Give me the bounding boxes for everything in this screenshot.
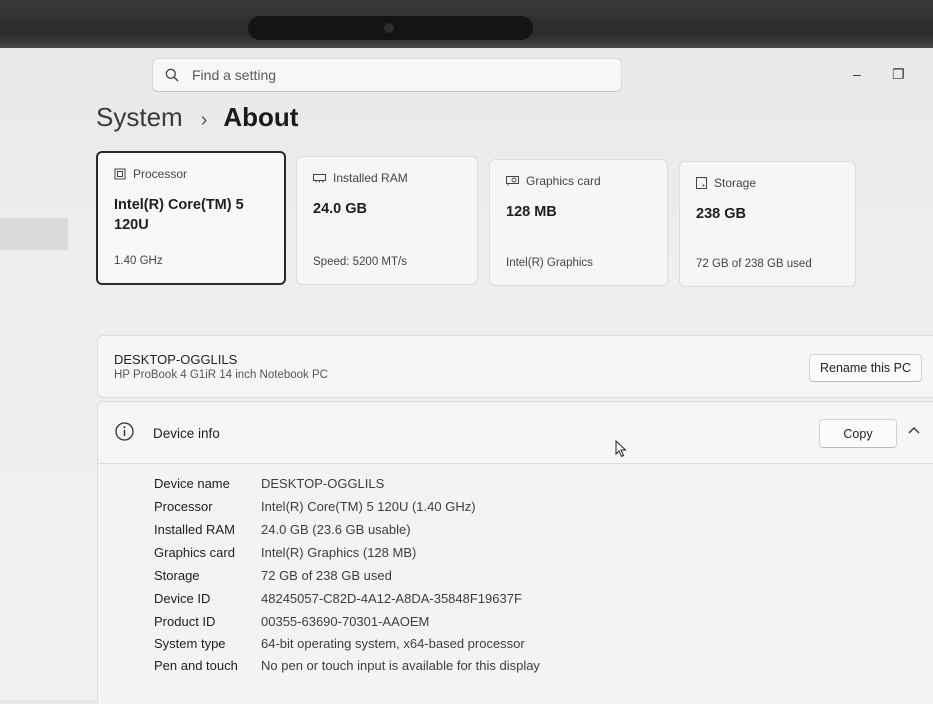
spec-value[interactable]: 00355-63690-70301-AAOEM <box>261 614 429 629</box>
spec-value[interactable]: 24.0 GB (23.6 GB usable) <box>261 522 411 537</box>
chevron-up-icon[interactable] <box>908 426 920 434</box>
processor-icon <box>114 168 126 180</box>
card-value: 238 GB <box>696 206 746 222</box>
spec-value[interactable]: Intel(R) Graphics (128 MB) <box>261 545 416 560</box>
graphics-card-card[interactable]: Graphics card 128 MB Intel(R) Graphics <box>489 159 668 286</box>
device-info-title: Device info <box>153 426 220 441</box>
spec-row: Storage 72 GB of 238 GB used <box>154 568 392 583</box>
spec-key: Product ID <box>154 614 216 629</box>
ram-icon <box>313 174 326 183</box>
breadcrumb-system[interactable]: System <box>96 102 183 133</box>
search-input[interactable] <box>190 66 594 84</box>
card-header: Processor <box>114 167 187 181</box>
restore-button[interactable]: ❐ <box>892 66 905 83</box>
card-sub: Speed: 5200 MT/s <box>313 256 407 268</box>
minimize-button[interactable]: – <box>853 66 861 82</box>
rename-pc-button[interactable]: Rename this PC <box>809 354 922 382</box>
spec-value[interactable]: 48245057-C82D-4A12-A8DA-35848F19637F <box>261 591 522 606</box>
spec-row: Device name DESKTOP-OGGLILS <box>154 476 384 491</box>
spec-key: Pen and touch <box>154 658 238 673</box>
spec-value[interactable]: No pen or touch input is available for t… <box>261 658 540 673</box>
spec-row: Processor Intel(R) Core(TM) 5 120U (1.40… <box>154 499 476 514</box>
card-header: Graphics card <box>506 174 601 188</box>
spec-row: System type 64-bit operating system, x64… <box>154 636 525 651</box>
pc-name: DESKTOP-OGGLILS <box>114 352 238 367</box>
spec-row: Product ID 00355-63690-70301-AAOEM <box>154 614 429 629</box>
card-value: Intel(R) Core(TM) 5 120U <box>114 197 244 233</box>
spec-key: Installed RAM <box>154 522 235 537</box>
card-header: Installed RAM <box>313 171 408 185</box>
laptop-bezel <box>0 0 933 48</box>
card-label: Installed RAM <box>333 171 408 185</box>
spec-key: Device ID <box>154 591 211 606</box>
ram-card[interactable]: Installed RAM 24.0 GB Speed: 5200 MT/s <box>296 156 478 285</box>
spec-value[interactable]: Intel(R) Core(TM) 5 120U (1.40 GHz) <box>261 499 476 514</box>
spec-row: Device ID 48245057-C82D-4A12-A8DA-35848F… <box>154 591 522 606</box>
device-info-header[interactable]: Device info Copy <box>97 401 933 464</box>
pc-model: HP ProBook 4 G1iR 14 inch Notebook PC <box>114 369 328 381</box>
spec-key: Graphics card <box>154 545 235 560</box>
spec-key: System type <box>154 636 226 651</box>
card-label: Storage <box>714 176 757 190</box>
spec-key: Processor <box>154 499 213 514</box>
card-sub: Intel(R) Graphics <box>506 257 593 269</box>
spec-value[interactable]: DESKTOP-OGGLILS <box>261 476 384 491</box>
spec-value[interactable]: 64-bit operating system, x64-based proce… <box>261 636 525 651</box>
device-info-body: Device name DESKTOP-OGGLILS Processor In… <box>97 464 933 704</box>
breadcrumb-chevron-icon: › <box>200 109 208 131</box>
card-header: Storage <box>696 176 756 190</box>
search-box[interactable] <box>152 58 622 92</box>
graphics-card-icon <box>506 176 519 186</box>
mouse-cursor-icon <box>615 440 627 458</box>
spec-key: Storage <box>154 568 200 583</box>
pc-name-row: DESKTOP-OGGLILS HP ProBook 4 G1iR 14 inc… <box>97 335 933 398</box>
card-sub: 1.40 GHz <box>114 255 163 267</box>
settings-window: – ❐ System › About Processor Intel(R) Co… <box>0 48 933 704</box>
spec-value[interactable]: 72 GB of 238 GB used <box>261 568 392 583</box>
spec-key: Device name <box>154 476 230 491</box>
card-label: Processor <box>133 167 188 181</box>
processor-card[interactable]: Processor Intel(R) Core(TM) 5 120U 1.40 … <box>96 151 286 285</box>
page-title: About <box>223 102 299 132</box>
storage-icon <box>696 177 707 189</box>
camera-icon <box>384 23 394 33</box>
card-value: 24.0 GB <box>313 201 367 217</box>
storage-card[interactable]: Storage 238 GB 72 GB of 238 GB used <box>679 161 856 287</box>
spec-row: Installed RAM 24.0 GB (23.6 GB usable) <box>154 522 411 537</box>
search-icon <box>165 68 179 82</box>
card-label: Graphics card <box>526 174 601 188</box>
spec-row: Graphics card Intel(R) Graphics (128 MB) <box>154 545 416 560</box>
spec-row: Pen and touch No pen or touch input is a… <box>154 658 540 673</box>
info-icon <box>115 422 134 441</box>
card-value: 128 MB <box>506 204 557 220</box>
breadcrumb: System › About <box>96 102 298 133</box>
card-sub: 72 GB of 238 GB used <box>696 258 812 270</box>
copy-button[interactable]: Copy <box>819 419 897 448</box>
sidebar-selected-item[interactable] <box>0 218 68 250</box>
